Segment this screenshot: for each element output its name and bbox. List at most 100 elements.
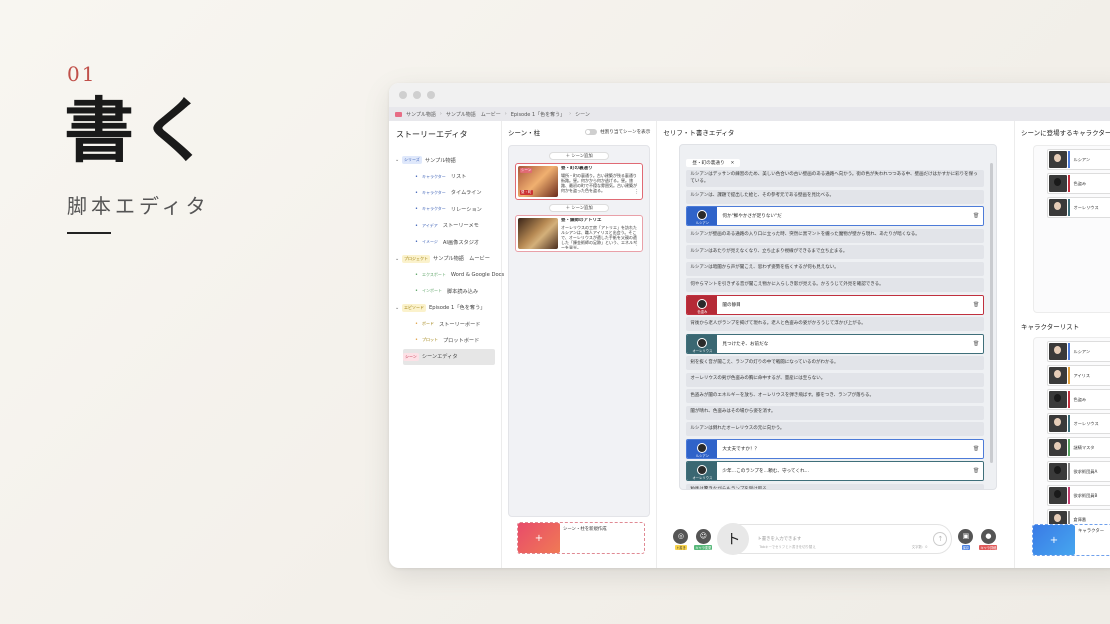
trash-icon[interactable]: 🗑 bbox=[973, 446, 979, 452]
narration-line[interactable]: 色盗みが闇のエネルギーを放ち、オーレリウスを弾き飛ばす。膝をつき、ランプが落ちる… bbox=[686, 389, 985, 403]
dialogue-line[interactable]: ルシアン 大丈夫ですか！？ 🗑 bbox=[686, 438, 985, 459]
sidebar-item-series[interactable]: ⌄ シリーズ サンプル物語 bbox=[395, 152, 495, 168]
narration-line[interactable]: ルシアンはあたりが見えなくなり、立ち止まり視線ができるまで立ち止まる。 bbox=[686, 245, 985, 259]
character-detail-button[interactable]: ● キャラ詳細 bbox=[979, 528, 998, 550]
dialogue-text-container[interactable]: 何か"鮮やかさが足りない"だ 🗑 bbox=[717, 207, 984, 225]
narration-line[interactable]: ルシアンはデッサンの練習のため、美しい色合いの古い壁画のある通路へ向かう。街の色… bbox=[686, 170, 985, 187]
breadcrumb-item[interactable]: サンプル物語 ムービー bbox=[446, 111, 501, 118]
show-assigned-toggle[interactable]: 柱割り当てシーンを表示 bbox=[585, 129, 650, 135]
scene-card-body: 場所・町の裏通り。古い建築が残る裏通り街路。昼。何かから何か逃げる。昼。旅路、最… bbox=[561, 172, 637, 193]
speaker-avatar[interactable]: オーレリウス bbox=[687, 334, 718, 353]
character-row[interactable]: 欲求術団員A bbox=[1047, 461, 1110, 482]
add-scene-button[interactable]: ＋ シーン追加 bbox=[549, 152, 610, 160]
window-dot-maximize[interactable] bbox=[427, 91, 435, 99]
character-row[interactable]: 色盗み bbox=[1047, 389, 1110, 410]
avatar-face bbox=[697, 465, 708, 475]
sidebar-item-label: タイムライン bbox=[450, 190, 482, 197]
toggle-switch[interactable] bbox=[585, 129, 598, 135]
breadcrumb-item[interactable]: サンプル物語 bbox=[406, 111, 436, 118]
character-name: 欲求術団員B bbox=[1073, 492, 1098, 498]
trash-icon[interactable]: 🗑 bbox=[973, 468, 979, 474]
scene-tab[interactable]: 昼・町の裏通り ✕ bbox=[686, 159, 741, 167]
narration-line[interactable]: 背後から老人がランプを掲げて現れる。老人と色盗みの姿がかろうじて浮かび上がる。 bbox=[686, 317, 985, 331]
item-tag: プロジェクト bbox=[402, 254, 430, 263]
add-scene-button[interactable]: ＋ シーン追加 bbox=[549, 204, 610, 212]
character-row[interactable]: 謎騎マスタ bbox=[1047, 437, 1110, 458]
trash-icon[interactable]: 🗑 bbox=[973, 302, 979, 308]
narration-line[interactable]: 粕馬は驚きながらもランプを受け取る。 bbox=[686, 483, 985, 489]
narration-line[interactable]: ルシアンは暗闇から声が聞こえ、思わず姿勢を低くするが何も見えない。 bbox=[686, 261, 985, 276]
sidebar-item-project[interactable]: ⌄ プロジェクト サンプル物語 ムービー bbox=[395, 250, 495, 266]
character-row[interactable]: 色盗み bbox=[1047, 173, 1110, 194]
breadcrumb-item[interactable]: Episode 1「色を奪う」 bbox=[511, 111, 565, 118]
compose-placeholder[interactable]: ト書きを入力できます bbox=[757, 536, 801, 542]
narration-line[interactable]: 剣を抜く音が聞こえ、ランプの灯りの中で戦闘になっているのがわかる。 bbox=[686, 356, 985, 370]
narration-line[interactable]: ルシアンは倒れたオーレリウスの元に向かう。 bbox=[686, 422, 985, 436]
character-row[interactable]: ルシアン bbox=[1047, 341, 1110, 362]
scrollbar[interactable] bbox=[990, 163, 994, 463]
chevron-down-icon[interactable]: ⌄ bbox=[395, 157, 402, 163]
character-row[interactable]: オーレリウス bbox=[1047, 413, 1110, 434]
character-row[interactable]: アイリス bbox=[1047, 365, 1110, 386]
sidebar-item-import[interactable]: • インポート 脚本読み込み bbox=[395, 283, 495, 299]
app-logo-icon[interactable] bbox=[395, 111, 402, 117]
character-change-button[interactable]: ☺ キャラ変更 bbox=[694, 528, 713, 550]
add-character-button[interactable]: + キャラクター bbox=[1032, 524, 1110, 556]
avatar-face bbox=[697, 210, 708, 220]
sidebar-item-character-relation[interactable]: • キャラクター リレーション bbox=[395, 201, 495, 217]
mode-indicator[interactable]: ト bbox=[717, 523, 750, 555]
sidebar-item-episode[interactable]: ⌄ エピソード Episode 1「色を奪う」 bbox=[395, 300, 495, 316]
narration-line[interactable]: 闇が晴れ、色盗みはその場から姿を消す。 bbox=[686, 405, 985, 420]
character-color-bar bbox=[1068, 391, 1070, 408]
character-row[interactable]: オーレリウス bbox=[1047, 197, 1110, 218]
dialogue-text-container[interactable]: 大丈夫ですか！？ 🗑 bbox=[717, 439, 984, 458]
narration-line[interactable]: オーレリウスの剣が色盗みの胸に命中するが、量産には至らない。 bbox=[686, 372, 985, 387]
narration-line[interactable]: ルシアンは、課題で提出した絵と、その参考元である壁画を見比べる。 bbox=[686, 189, 985, 204]
sidebar-item-image-studio[interactable]: • イメージ AI画像スタジオ bbox=[395, 234, 495, 250]
sidebar-item-export[interactable]: • エクスポート Word & Google Docs bbox=[395, 267, 504, 283]
sidebar-item-scene-editor[interactable]: シーン シーンエディタ bbox=[403, 348, 495, 366]
breadcrumb-item[interactable]: シーン bbox=[575, 111, 590, 118]
chevron-down-icon[interactable]: ⌄ bbox=[395, 305, 402, 311]
speaker-avatar[interactable]: ルシアン bbox=[687, 207, 718, 225]
narration-mode-button[interactable]: ◎ ト書き bbox=[673, 528, 689, 550]
add-character-label: キャラクター bbox=[1078, 529, 1105, 534]
narration-line[interactable]: ルシアンが壁画のある通路の入り口に立った時、突然に黒マントを纏った魔物が壁から現… bbox=[686, 228, 985, 243]
sidebar-item-plotboard[interactable]: • プロット プロットボード bbox=[395, 332, 495, 348]
item-tag: キャラクター bbox=[421, 173, 446, 179]
trash-icon[interactable]: 🗑 bbox=[973, 341, 979, 347]
compose-box[interactable]: ト ト書きを入力できます Tabキーでセリフとト書きを切り替え 文字数：0 ↑ bbox=[717, 523, 953, 555]
new-scene-button[interactable]: + シーン・柱を新規作成 bbox=[517, 522, 645, 554]
window-dot-minimize[interactable] bbox=[413, 91, 421, 99]
dialogue-text-container[interactable]: 闇の静目 🗑 bbox=[717, 295, 984, 314]
scene-card[interactable]: 昼・錬師のアトリエ オーレリウスの工房「アトリエ」を訪れたルシアンは、職人アイリス… bbox=[515, 215, 644, 252]
sidebar-item-storyboard[interactable]: • ボード ストーリーボード bbox=[395, 316, 495, 332]
dialogue-line[interactable]: オーレリウス 見つけたぞ、お前だな 🗑 bbox=[686, 333, 985, 354]
speaker-avatar[interactable]: オーレリウス bbox=[687, 462, 718, 480]
window-dot-close[interactable] bbox=[399, 91, 407, 99]
save-button[interactable]: ▣ 保存 bbox=[958, 528, 974, 550]
speaker-avatar[interactable]: ルシアン bbox=[687, 439, 718, 458]
dot-icon: • bbox=[415, 337, 418, 344]
narration-line[interactable]: 何やらマントを引きずる音が聞こえ物かに入らしき影が見える。かろうじて外見を確認で… bbox=[686, 278, 985, 292]
chevron-down-icon[interactable]: ⌄ bbox=[395, 256, 402, 262]
trash-icon[interactable]: 🗑 bbox=[973, 213, 979, 219]
send-icon[interactable]: ↑ bbox=[933, 532, 948, 546]
dialogue-line[interactable]: ルシアン 何か"鮮やかさが足りない"だ 🗑 bbox=[686, 206, 985, 226]
sidebar-item-character-list[interactable]: • キャラクター リスト bbox=[395, 168, 495, 184]
dialogue-text-container[interactable]: 見つけたぞ、お前だな 🗑 bbox=[717, 334, 984, 353]
character-row[interactable]: 欲求術団員B bbox=[1047, 485, 1110, 506]
close-icon[interactable]: ✕ bbox=[731, 161, 735, 166]
sidebar-item-character-timeline[interactable]: • キャラクター タイムライン bbox=[395, 185, 495, 201]
scene-card[interactable]: シーン 昼・町 昼・町の裏通り 場所・町の裏通り。古い建築が残る裏通り街路。昼。何か… bbox=[515, 163, 644, 200]
more-icon[interactable]: ⋮ bbox=[634, 241, 639, 247]
speaker-avatar[interactable]: 色盗み bbox=[687, 295, 718, 314]
dialogue-text-container[interactable]: 少年…このランプを…頼む、守ってくれ… 🗑 bbox=[717, 462, 984, 480]
more-icon[interactable]: ⋮ bbox=[634, 189, 639, 195]
character-row[interactable]: ルシアン bbox=[1047, 149, 1110, 170]
dot-icon: • bbox=[415, 206, 418, 213]
sidebar-item-idea-memo[interactable]: • アイデア ストーリーメモ bbox=[395, 218, 495, 234]
dialogue-line[interactable]: オーレリウス 少年…このランプを…頼む、守ってくれ… 🗑 bbox=[686, 461, 985, 481]
dialogue-line[interactable]: 色盗み 闇の静目 🗑 bbox=[686, 294, 985, 315]
button-label: キャラ変更 bbox=[694, 544, 713, 550]
